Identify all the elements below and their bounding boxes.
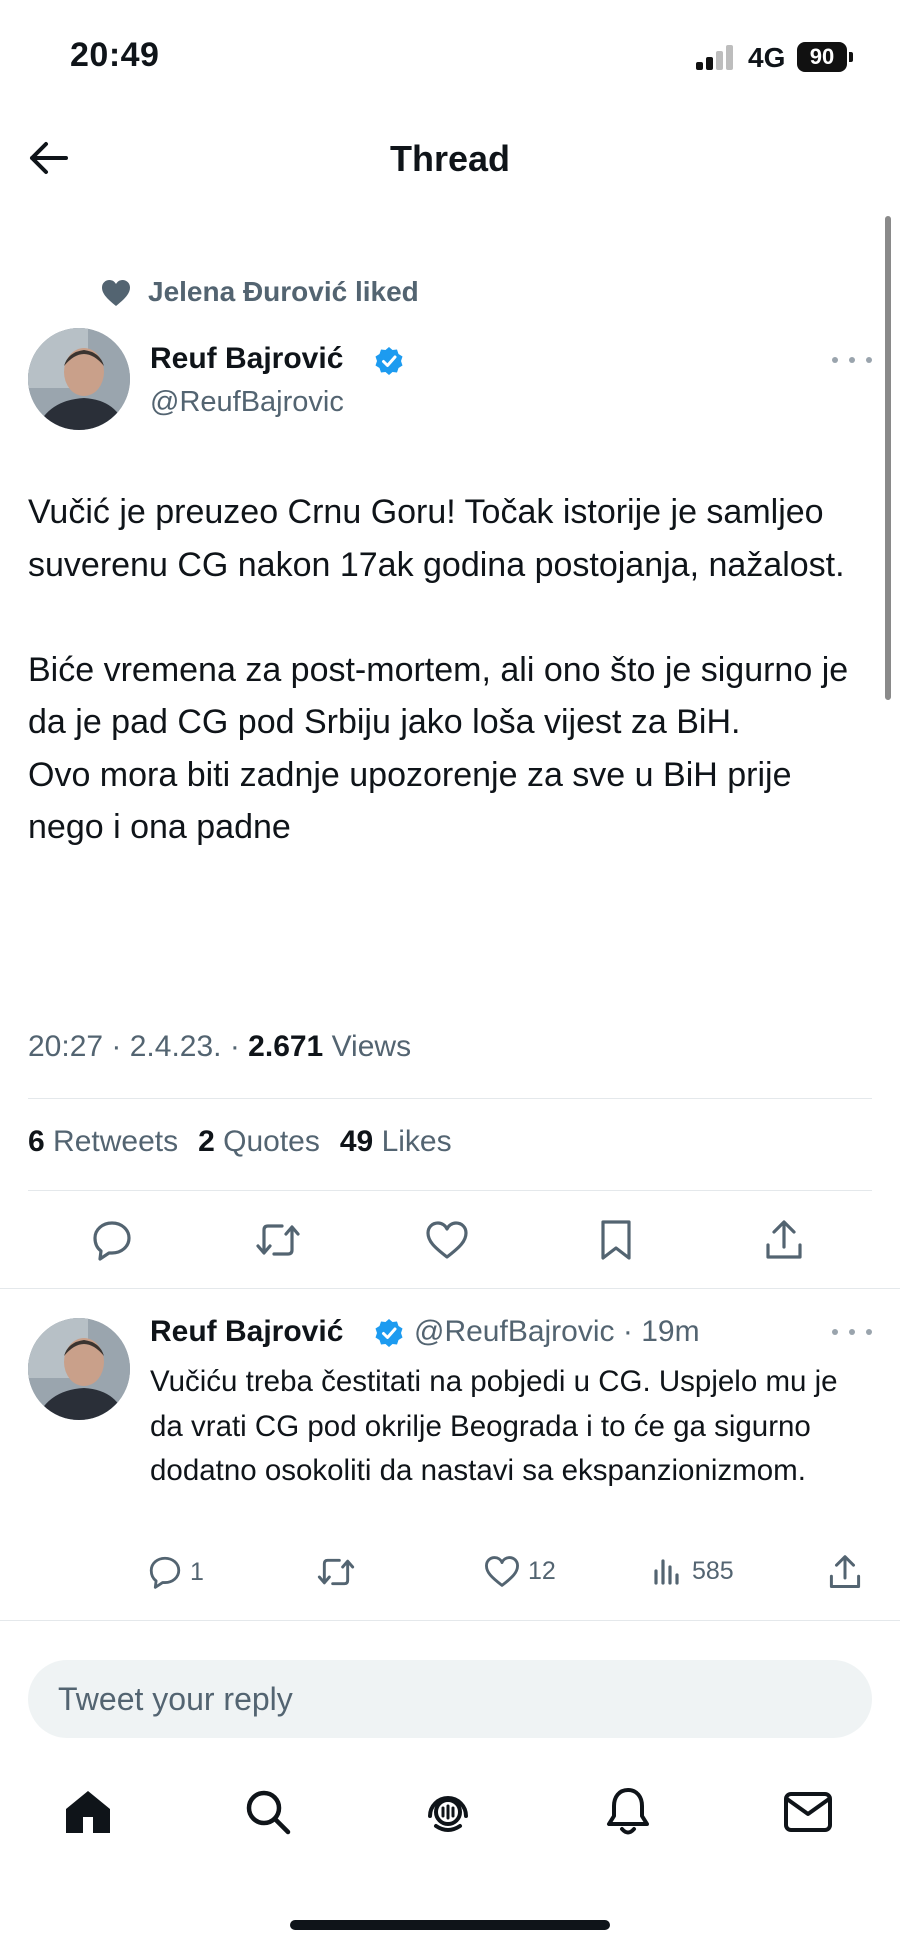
- status-time: 20:49: [70, 36, 160, 74]
- reply-share-button[interactable]: [828, 1554, 862, 1590]
- avatar-image: [28, 1318, 130, 1420]
- divider: [28, 1190, 872, 1191]
- reply-author-handle[interactable]: @ReufBajrovic: [414, 1315, 615, 1348]
- reply-views-button[interactable]: 585: [652, 1555, 734, 1587]
- tweet-text: Vučić je preuzeo Crnu Goru! Točak istori…: [28, 493, 849, 846]
- nav-messages[interactable]: [778, 1782, 838, 1842]
- share-button[interactable]: [760, 1216, 808, 1264]
- views-count: 2.671: [248, 1030, 324, 1063]
- search-icon: [246, 1790, 291, 1835]
- spaces-icon: [428, 1796, 468, 1832]
- verified-badge-icon: [375, 1319, 403, 1347]
- like-icon: [426, 1221, 468, 1259]
- retweets-stat[interactable]: 6 Retweets: [28, 1125, 178, 1159]
- retweet-icon: [256, 1224, 300, 1256]
- home-indicator[interactable]: [290, 1920, 610, 1930]
- reply-button[interactable]: [88, 1216, 136, 1264]
- like-icon: [485, 1556, 519, 1587]
- tweet-time: 20:27: [28, 1030, 104, 1063]
- likes-stat[interactable]: 49 Likes: [340, 1125, 452, 1159]
- liked-by-text[interactable]: Jelena Đurović liked: [148, 276, 419, 308]
- divider: [28, 1098, 872, 1099]
- like-button[interactable]: [423, 1216, 471, 1264]
- reply-handle-time: @ReufBajrovic · 19m: [414, 1315, 700, 1348]
- share-icon: [829, 1555, 861, 1588]
- divider: [0, 1620, 900, 1621]
- avatar-image: [28, 328, 130, 430]
- reply-author-name[interactable]: Reuf Bajrović: [150, 1315, 343, 1349]
- views-label: Views: [331, 1030, 412, 1063]
- reply-icon: [149, 1556, 181, 1589]
- reply-composer-input[interactable]: [28, 1660, 872, 1738]
- scrollbar[interactable]: [885, 216, 891, 700]
- tweet-meta: 20:27 · 2.4.23. · 2.671 Views: [28, 1030, 412, 1063]
- author-name[interactable]: Reuf Bajrović: [150, 342, 343, 376]
- view-count: 585: [692, 1556, 734, 1585]
- verified-badge-icon: [375, 347, 403, 375]
- reply-count: 1: [190, 1557, 204, 1586]
- reply-time: 19m: [641, 1315, 700, 1348]
- reply-icon: [93, 1221, 131, 1261]
- bookmark-button[interactable]: [592, 1216, 640, 1264]
- more-icon[interactable]: [832, 350, 872, 370]
- network-type: 4G: [748, 42, 786, 73]
- battery-indicator: 90: [797, 42, 847, 72]
- battery-tip: [849, 52, 853, 62]
- reply-text: Vučiću treba čestitati na pobjedi u CG. …: [150, 1365, 838, 1487]
- retweet-button[interactable]: [254, 1216, 302, 1264]
- signal-strength-icon: [696, 44, 736, 70]
- like-count: 12: [528, 1557, 556, 1585]
- avatar[interactable]: [28, 328, 130, 430]
- reply-retweet-button[interactable]: [316, 1555, 356, 1589]
- nav-notifications[interactable]: [598, 1782, 658, 1842]
- quotes-stat[interactable]: 2 Quotes: [198, 1125, 320, 1159]
- nav-home[interactable]: [58, 1782, 118, 1842]
- reply-avatar[interactable]: [28, 1318, 130, 1420]
- notifications-icon: [607, 1788, 649, 1835]
- home-icon: [66, 1791, 110, 1833]
- share-icon: [766, 1220, 802, 1259]
- author-handle[interactable]: @ReufBajrovic: [150, 386, 344, 419]
- reply-reply-button[interactable]: 1: [148, 1555, 204, 1589]
- nav-search[interactable]: [238, 1782, 298, 1842]
- tweet-date: 2.4.23.: [129, 1030, 222, 1063]
- more-icon[interactable]: [832, 1322, 872, 1342]
- reply-like-button[interactable]: 12: [484, 1555, 556, 1588]
- nav-spaces[interactable]: [418, 1782, 478, 1842]
- views-icon: [654, 1559, 679, 1585]
- bookmark-icon: [601, 1220, 631, 1260]
- heart-icon: [102, 280, 130, 306]
- messages-icon: [784, 1792, 832, 1832]
- divider: [0, 1288, 900, 1289]
- page-title: Thread: [389, 138, 511, 179]
- retweet-icon: [317, 1558, 355, 1586]
- engagement-stats: 6 Retweets 2 Quotes 49 Likes: [28, 1125, 452, 1159]
